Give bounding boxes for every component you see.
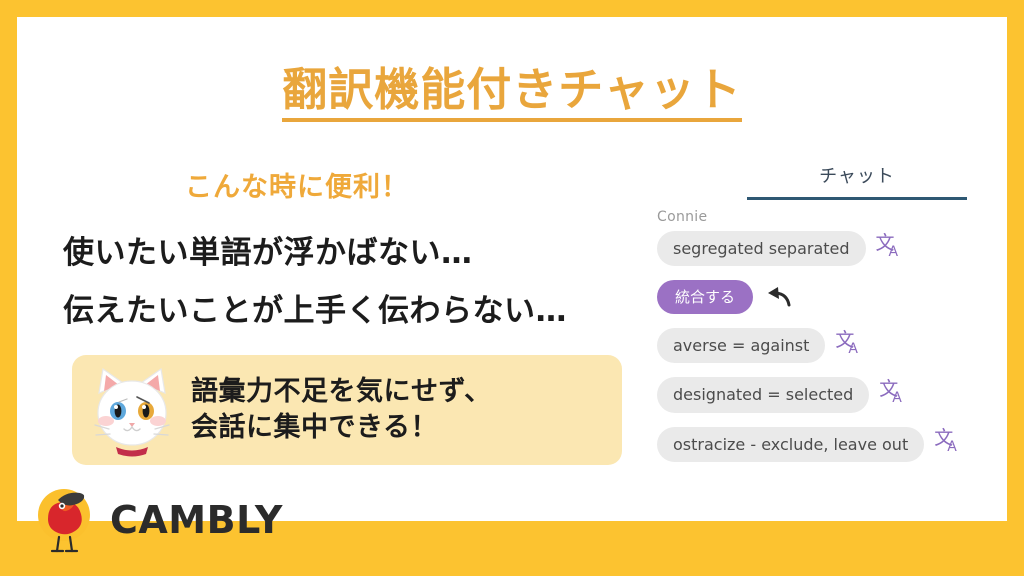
chat-bubble[interactable]: segregated separated [657, 231, 866, 267]
chat-message-row: ostracize - exclude, leave out 文 A [657, 426, 1007, 462]
chat-sender-name: Connie [657, 209, 708, 225]
highlight-line-2: 会話に集中できる！ [191, 412, 438, 443]
chat-message-row: averse = against 文 A [657, 328, 1007, 364]
translate-icon-latin-glyph: A [848, 340, 858, 357]
chat-message-list: segregated separated 文 A 統合する averse = a… [657, 231, 1007, 476]
translate-icon[interactable]: 文 A [934, 429, 960, 457]
chat-message-row: designated = selected 文 A [657, 377, 1007, 413]
cambly-wordmark: CAMBLY [110, 498, 283, 542]
pain-point-1: 使いたい単語が浮かばない… [63, 235, 473, 271]
page-title: 翻訳機能付きチャット [17, 64, 1007, 122]
cat-mascot-icon [89, 363, 175, 457]
tab-chat[interactable]: チャット [747, 162, 967, 188]
slide-frame: 翻訳機能付きチャット こんな時に便利！ 使いたい単語が浮かばない… 伝えたいこと… [0, 0, 1024, 576]
translate-icon-latin-glyph: A [947, 439, 957, 456]
chat-message-row: segregated separated 文 A [657, 231, 1007, 267]
highlight-text-block: 語彙力不足を気にせず、 会話に集中できる！ [191, 374, 492, 446]
chat-bubble[interactable]: designated = selected [657, 377, 870, 413]
translate-icon[interactable]: 文 A [876, 233, 902, 262]
chat-bubble-translated[interactable]: 統合する [657, 280, 754, 315]
slide-canvas: 翻訳機能付きチャット こんな時に便利！ 使いたい単語が浮かばない… 伝えたいこと… [17, 17, 1007, 553]
page-title-text: 翻訳機能付きチャット [282, 64, 742, 122]
highlight-line-1: 語彙力不足を気にせず、 [191, 375, 492, 407]
translate-icon-latin-glyph: A [892, 389, 902, 406]
subheading: こんな時に便利！ [185, 172, 409, 203]
cambly-logo: CAMBLY [32, 485, 283, 555]
pain-point-2: 伝えたいことが上手く伝わらない… [63, 293, 567, 329]
highlight-callout: 語彙力不足を気にせず、 会話に集中できる！ [72, 355, 622, 465]
cambly-bird-icon [32, 485, 104, 555]
undo-icon[interactable] [765, 286, 791, 308]
translate-icon-latin-glyph: A [888, 243, 899, 260]
tab-chat-label: チャット [819, 166, 895, 187]
translate-icon[interactable]: 文 A [835, 330, 861, 359]
chat-panel: チャット Connie segregated separated 文 A 統合す… [637, 147, 1007, 507]
tab-active-indicator [747, 197, 967, 200]
chat-bubble[interactable]: ostracize - exclude, leave out [657, 426, 925, 462]
chat-bubble[interactable]: averse = against [657, 328, 826, 364]
chat-message-row: 統合する [657, 280, 1007, 315]
translate-icon[interactable]: 文 A [879, 379, 905, 408]
